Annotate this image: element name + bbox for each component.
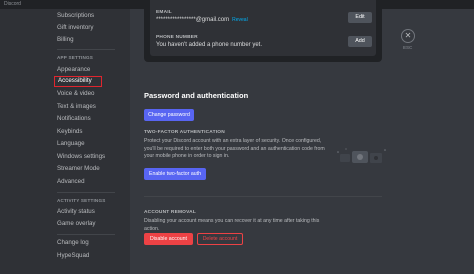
settings-sidebar: Subscriptions Gift inventory Billing APP…: [0, 9, 130, 274]
delete-account-button[interactable]: Delete account: [197, 233, 243, 245]
sidebar-item-text-images[interactable]: Text & images: [54, 101, 112, 112]
sidebar-item-change-log[interactable]: Change log: [54, 237, 112, 248]
section-divider: [144, 196, 382, 197]
close-button[interactable]: ✕: [401, 29, 415, 43]
esc-label: ESC: [403, 45, 413, 50]
phone-label: PHONE NUMBER: [156, 35, 198, 40]
app-settings-header: APP SETTINGS: [57, 55, 94, 60]
sidebar-item-windows-settings[interactable]: Windows settings: [54, 151, 112, 162]
account-removal-description: Disabling your account means you can rec…: [144, 218, 320, 232]
sidebar-item-language[interactable]: Language: [54, 138, 112, 149]
password-auth-title: Password and authentication: [144, 91, 249, 100]
sidebar-item-hypesquad[interactable]: HypeSquad: [54, 250, 112, 261]
add-phone-button[interactable]: Add: [348, 36, 372, 47]
reveal-link[interactable]: Reveal: [232, 17, 248, 23]
window-title: Discord: [4, 1, 21, 7]
account-info-panel: EMAIL *****************@gmail.com Reveal …: [150, 0, 376, 56]
two-factor-illustration-icon: [337, 148, 386, 163]
sidebar-item-subscriptions[interactable]: Subscriptions: [54, 10, 112, 21]
disable-account-button[interactable]: Disable account: [144, 233, 193, 245]
sidebar-item-voice-video[interactable]: Voice & video: [54, 88, 112, 99]
two-factor-description: Protect your Discord account with an ext…: [144, 138, 325, 160]
email-label: EMAIL: [156, 10, 172, 15]
sidebar-divider: [57, 192, 115, 193]
two-factor-header: TWO-FACTOR AUTHENTICATION: [144, 130, 225, 135]
account-removal-header: ACCOUNT REMOVAL: [144, 210, 196, 215]
sidebar-divider: [57, 49, 115, 50]
sidebar-item-billing[interactable]: Billing: [54, 34, 112, 45]
sidebar-item-gift-inventory[interactable]: Gift inventory: [54, 22, 112, 33]
sidebar-item-activity-status[interactable]: Activity status: [54, 206, 112, 217]
sidebar-item-notifications[interactable]: Notifications: [54, 113, 112, 124]
sidebar-item-keybinds[interactable]: Keybinds: [54, 126, 112, 137]
close-icon: ✕: [404, 31, 412, 40]
phone-value: You haven't added a phone number yet.: [156, 42, 263, 48]
email-value: *****************@gmail.com Reveal: [156, 17, 248, 23]
account-card: EMAIL *****************@gmail.com Reveal …: [144, 0, 382, 62]
activity-settings-header: ACTIVITY SETTINGS: [57, 198, 106, 203]
sidebar-item-advanced[interactable]: Advanced: [54, 176, 112, 187]
email-text: *****************@gmail.com: [156, 17, 230, 23]
edit-email-button[interactable]: Edit: [348, 12, 372, 23]
sidebar-item-game-overlay[interactable]: Game overlay: [54, 218, 112, 229]
sidebar-item-accessibility[interactable]: Accessibility: [54, 76, 102, 87]
sidebar-item-appearance[interactable]: Appearance: [54, 64, 112, 75]
sidebar-divider: [57, 234, 115, 235]
enable-two-factor-button[interactable]: Enable two-factor auth: [144, 168, 206, 180]
change-password-button[interactable]: Change password: [144, 109, 194, 121]
sidebar-item-streamer-mode[interactable]: Streamer Mode: [54, 163, 112, 174]
